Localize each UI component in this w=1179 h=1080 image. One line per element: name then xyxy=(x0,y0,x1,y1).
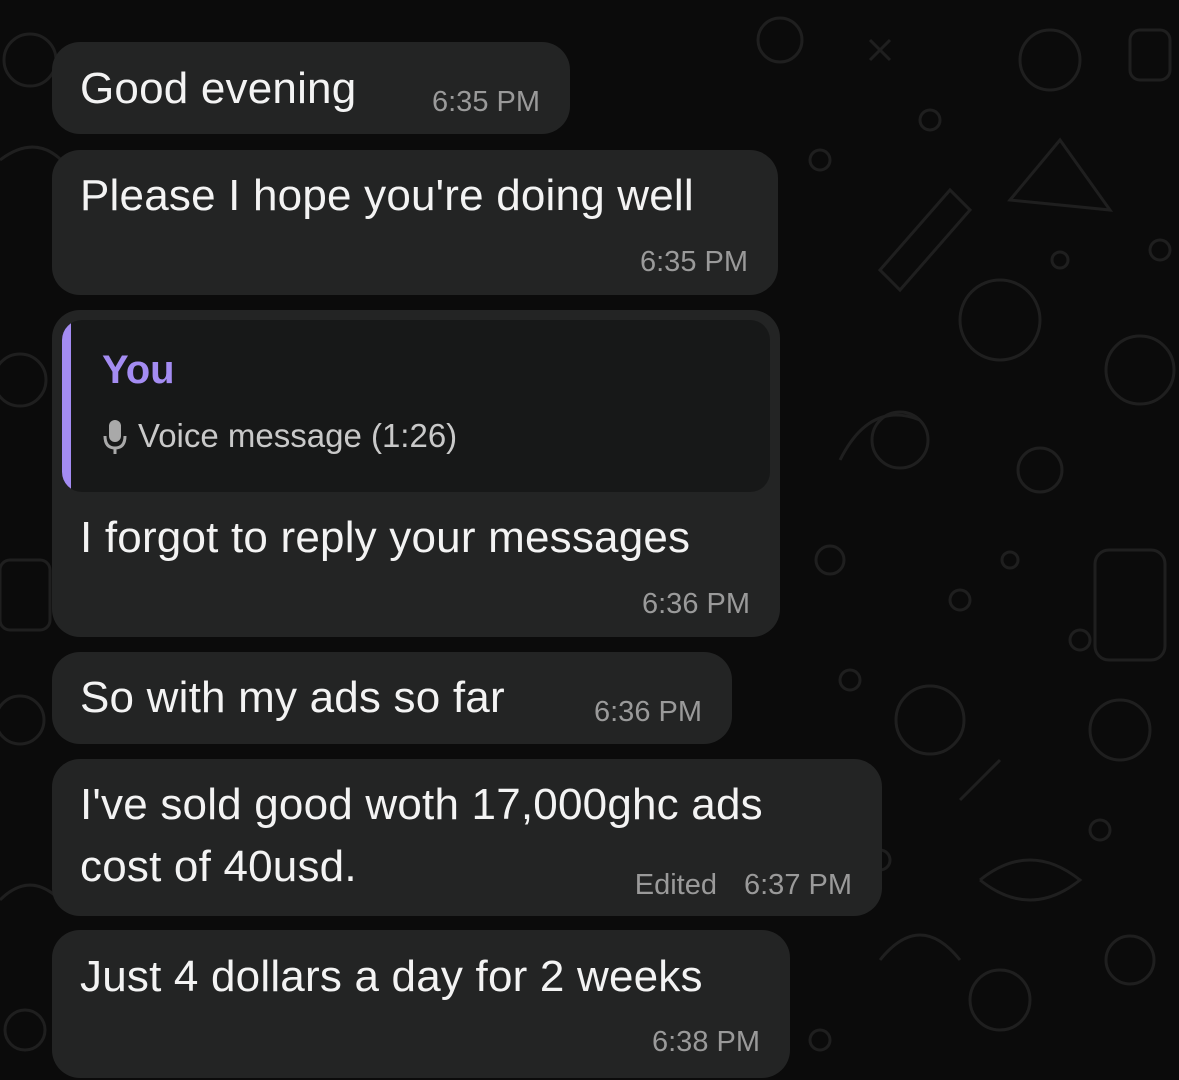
reply-preview: Voice message (1:26) xyxy=(102,416,457,456)
chat-view: Good evening 6:35 PM Please I hope you'r… xyxy=(0,0,1179,1080)
message-timestamp: 6:35 PM xyxy=(432,86,540,118)
message-bubble[interactable]: So with my ads so far 6:36 PM xyxy=(52,652,732,744)
message-timestamp: 6:38 PM xyxy=(652,1026,760,1058)
message-bubble[interactable]: I've sold good woth 17,000ghc ads cost o… xyxy=(52,759,882,916)
message-bubble[interactable]: Just 4 dollars a day for 2 weeks 6:38 PM xyxy=(52,930,790,1078)
message-bubble[interactable]: You Voice message (1:26) I forgot to rep… xyxy=(52,310,780,637)
reply-preview-text: Voice message (1:26) xyxy=(138,417,458,454)
message-text: Good evening xyxy=(80,64,357,113)
reply-quote[interactable]: You Voice message (1:26) xyxy=(62,320,770,492)
message-timestamp: 6:37 PM xyxy=(744,869,852,901)
message-text: Please I hope you're doing well xyxy=(80,171,694,220)
edited-label: Edited xyxy=(634,869,717,901)
message-timestamp: 6:35 PM xyxy=(640,246,748,278)
message-timestamp: 6:36 PM xyxy=(642,588,750,620)
message-text: I forgot to reply your messages xyxy=(80,513,691,562)
message-text-line-2: cost of 40usd. xyxy=(80,842,357,891)
message-text-line-1: I've sold good woth 17,000ghc ads xyxy=(80,780,763,829)
message-timestamp: 6:36 PM xyxy=(594,696,702,728)
message-bubble[interactable]: Good evening 6:35 PM xyxy=(52,42,570,134)
message-text: Just 4 dollars a day for 2 weeks xyxy=(80,952,703,1001)
reply-author: You xyxy=(102,348,175,392)
reply-quote-accent-bar xyxy=(62,320,71,492)
message-bubble[interactable]: Please I hope you're doing well 6:35 PM xyxy=(52,150,778,295)
message-text: So with my ads so far xyxy=(80,673,505,722)
microphone-icon xyxy=(103,420,127,454)
